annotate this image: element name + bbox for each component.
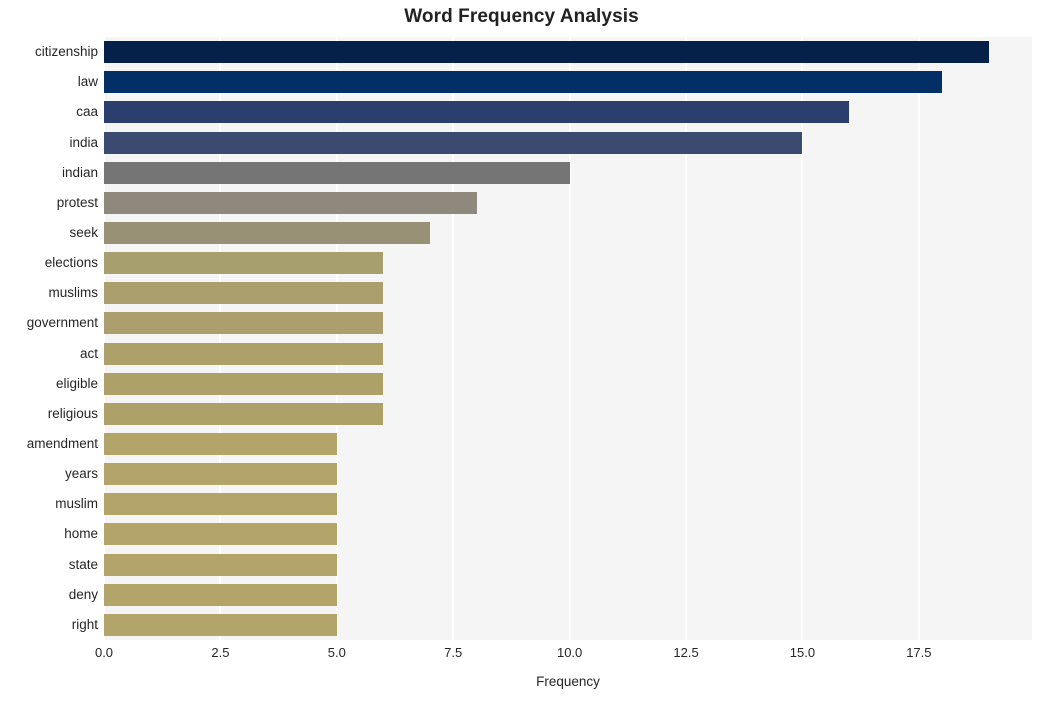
y-tick-label: act <box>79 345 98 361</box>
y-tick-label: law <box>77 74 98 90</box>
chart-figure: Word Frequency Analysis citizenship law ca… <box>0 0 1043 701</box>
y-tick-label: state <box>68 556 98 572</box>
bar <box>104 312 384 335</box>
bar <box>104 583 337 606</box>
y-tick-label: muslims <box>48 285 99 301</box>
y-tick-label: indian <box>61 164 98 180</box>
bar <box>104 221 430 244</box>
y-tick-label: religious <box>47 405 98 421</box>
x-tick-label: 0.0 <box>94 645 114 660</box>
bar <box>104 41 989 64</box>
bar <box>104 493 337 516</box>
y-tick-label: home <box>64 526 98 542</box>
plot-area <box>104 37 1032 640</box>
bar <box>104 553 337 576</box>
y-tick-label: deny <box>68 586 98 602</box>
bar <box>104 252 384 275</box>
y-tick-label: india <box>69 134 98 150</box>
y-tick-label: protest <box>56 194 98 210</box>
bar <box>104 191 477 214</box>
bar <box>104 613 337 636</box>
x-tick-label: 5.0 <box>327 645 346 660</box>
bar <box>104 402 384 425</box>
bar <box>104 161 570 184</box>
y-tick-label: citizenship <box>34 44 98 60</box>
bar <box>104 131 803 154</box>
x-tick-label: 7.5 <box>444 645 463 660</box>
y-tick-label: amendment <box>26 436 98 452</box>
bar <box>104 433 337 456</box>
y-tick-label: muslim <box>55 496 98 512</box>
y-tick-label: years <box>64 466 98 482</box>
x-tick-label: 2.5 <box>211 645 230 660</box>
x-tick-label: 15.0 <box>789 645 816 660</box>
bar <box>104 71 943 94</box>
x-axis-title: Frequency <box>536 674 600 689</box>
bar <box>104 463 337 486</box>
bars-layer <box>104 37 1032 640</box>
y-tick-label: right <box>71 616 98 632</box>
bar <box>104 282 384 305</box>
bar <box>104 342 384 365</box>
y-tick-label: government <box>26 315 98 331</box>
chart-title: Word Frequency Analysis <box>404 6 639 27</box>
y-axis-tick-labels: citizenship law caa india indian protest seek e… <box>0 37 98 640</box>
y-tick-label: seek <box>69 224 98 240</box>
y-tick-label: elections <box>44 255 98 271</box>
bar <box>104 101 849 124</box>
x-axis-tick-labels: 0.0 2.5 5.0 7.5 10.0 12.5 15.0 17.5 <box>95 645 1032 667</box>
bar <box>104 372 384 395</box>
y-tick-label: eligible <box>55 375 98 391</box>
x-tick-label: 12.5 <box>673 645 699 660</box>
y-tick-label: caa <box>76 104 98 120</box>
x-tick-label: 10.0 <box>556 645 583 660</box>
x-tick-label: 17.5 <box>906 645 932 660</box>
bar <box>104 523 337 546</box>
